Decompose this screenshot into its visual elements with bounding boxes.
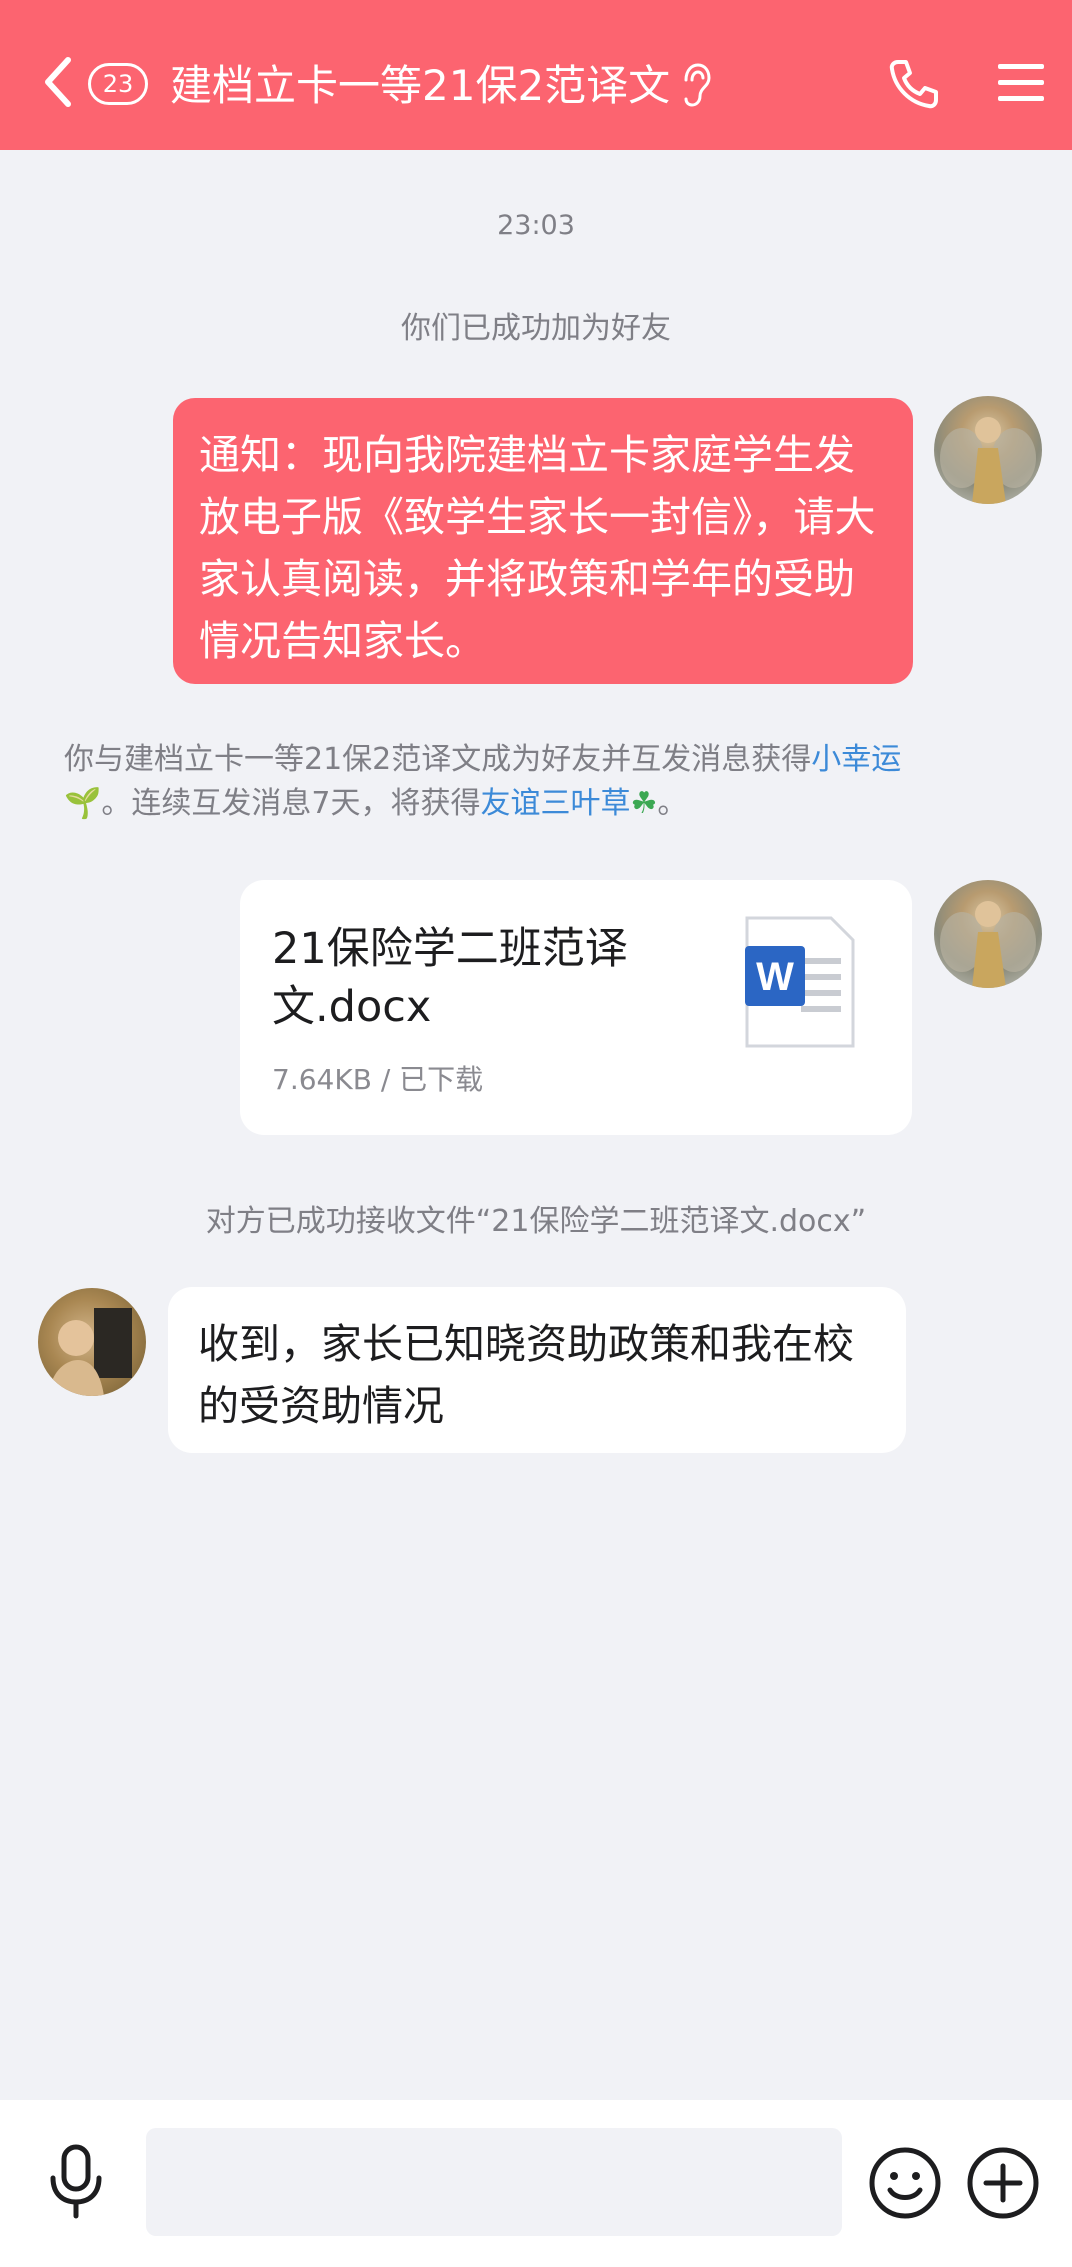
message-input[interactable] [146,2128,842,2236]
contact-avatar[interactable] [38,1288,146,1396]
friendship-streak-notice: 你与建档立卡一等21保2范译文成为好友并互发消息获得小幸运 🌱。连续互发消息7天，… [64,738,964,826]
sent-message-bubble[interactable]: 通知：现向我院建档立卡家庭学生发放电子版《致学生家长一封信》，请大家认真阅读，并… [173,398,913,684]
lucky-link[interactable]: 小幸运 [811,742,901,777]
friend-added-notice: 你们已成功加为好友 [401,311,671,346]
emoji-icon[interactable] [868,2146,942,2220]
avatar-image-icon [940,901,1036,988]
back-arrow-icon[interactable] [40,52,76,112]
file-received-notice: 对方已成功接收文件“21保险学二班范译文.docx” [205,1204,867,1239]
ear-icon [684,63,711,107]
file-name: 21保险学二班范译文.docx [272,924,628,1032]
sprout-icon: 🌱 [64,786,102,821]
chat-title[interactable]: 建档立卡一等21保2范译文 [170,58,670,114]
phone-icon[interactable] [888,58,940,110]
notice-suffix: 。 [657,786,688,821]
word-file-icon: W [745,916,855,1048]
my-avatar[interactable] [934,396,1042,504]
unread-badge[interactable]: 23 [88,63,148,105]
clover-link[interactable]: 友谊三叶草 [480,786,630,821]
file-message-card[interactable]: 21保险学二班范译文.docx 7.64KB / 已下载 W [240,880,912,1135]
svg-text:W: W [756,955,794,999]
notice-middle: 。连续互发消息7天，将获得 [101,786,481,821]
file-meta: 7.64KB / 已下载 [272,1063,484,1096]
mic-icon[interactable] [45,2144,107,2220]
clover-icon: ☘ [630,786,658,821]
menu-icon[interactable] [998,62,1044,104]
chat-header: 23 建档立卡一等21保2范译文 [0,0,1072,150]
message-timestamp: 23:03 [497,210,575,241]
received-message-bubble[interactable]: 收到，家长已知晓资助政策和我在校的受资助情况 [168,1287,906,1453]
avatar-image-icon [48,1308,132,1396]
avatar-image-icon [940,417,1036,504]
my-avatar[interactable] [934,880,1042,988]
notice-prefix: 你与建档立卡一等21保2范译文成为好友并互发消息获得 [64,742,812,777]
message-input-bar [0,2100,1072,2267]
plus-icon[interactable] [966,2146,1040,2220]
